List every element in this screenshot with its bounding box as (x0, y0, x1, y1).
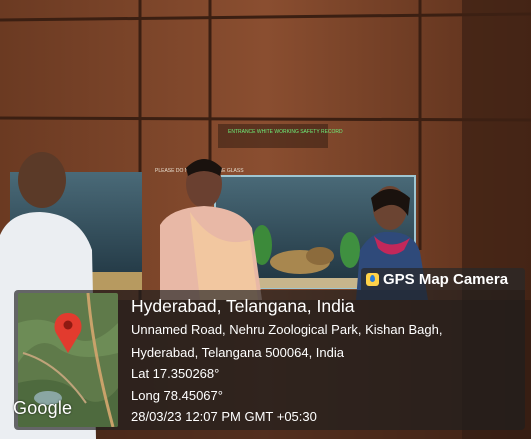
address-line-2: Hyderabad, Telangana 500064, India (131, 345, 344, 360)
address-line-1: Unnamed Road, Nehru Zoological Park, Kis… (131, 322, 443, 337)
gps-map-camera-icon (366, 272, 379, 286)
aquarium-left-gravel (92, 272, 142, 290)
latitude: Lat 17.350268° (131, 366, 220, 381)
longitude: Long 78.45067° (131, 388, 223, 403)
datetime: 28/03/23 12:07 PM GMT +05:30 (131, 409, 317, 424)
google-logo: Google (13, 398, 73, 418)
gps-app-tag: GPS Map Camera (361, 268, 525, 290)
photo-scene: ENTRANCE WHITE WORKING SAFETY RECORD PLE… (0, 0, 531, 439)
wall-sign-right: ENTRANCE WHITE WORKING SAFETY RECORD (228, 129, 343, 135)
location-title: Hyderabad, Telangana, India (131, 296, 355, 316)
app-name: GPS Map Camera (383, 270, 509, 288)
wall-sign-right-bg (218, 124, 328, 148)
